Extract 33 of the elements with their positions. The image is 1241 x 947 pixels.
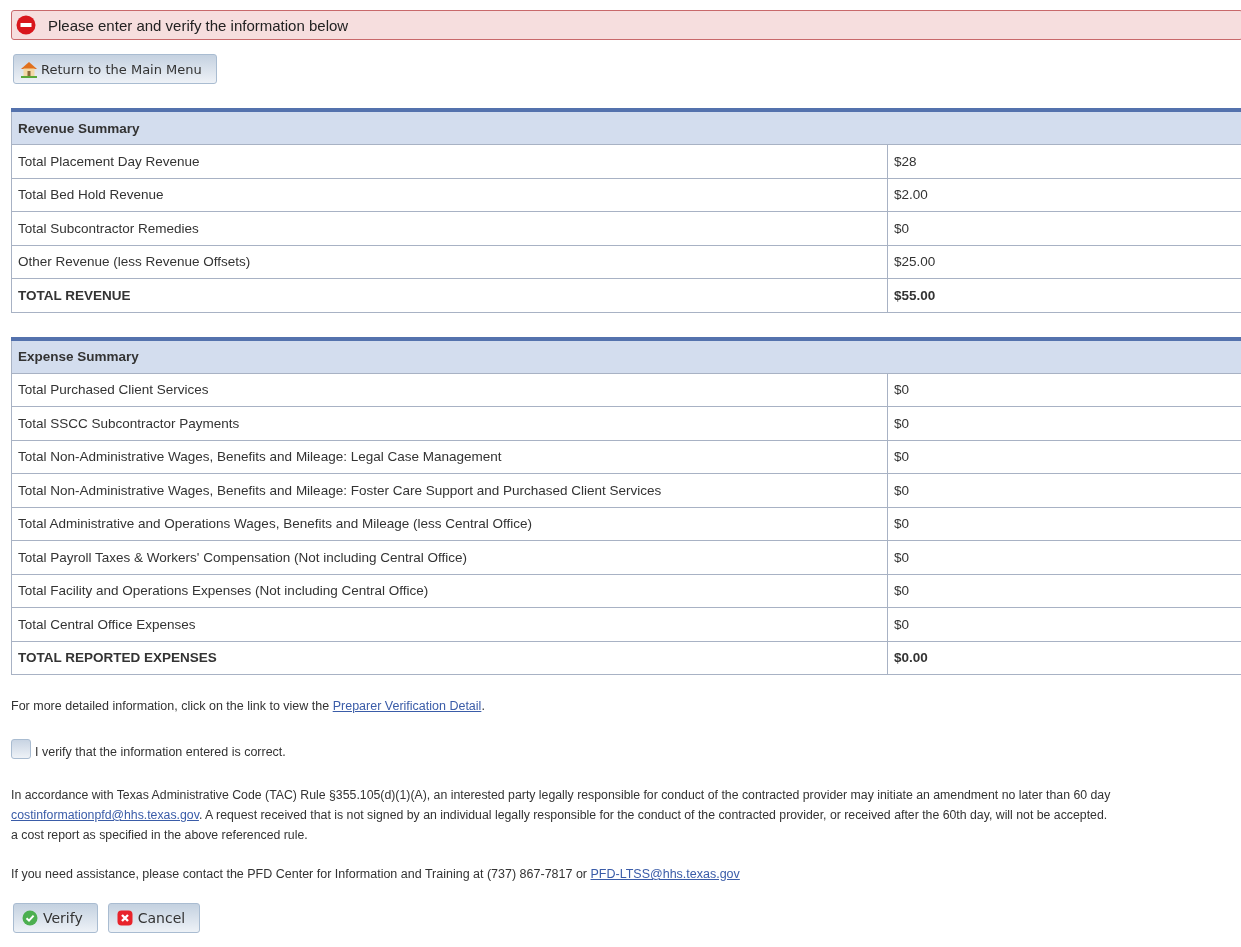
table-cell: Total Non-Administrative Wages, Benefits and Mileage: Foster Care Support and Purchased Client Services (11, 473, 888, 507)
close-icon (116, 910, 133, 926)
error-message: Please enter and verify the information below (48, 16, 349, 34)
verify-button[interactable]: Verify (13, 903, 98, 933)
table-cell: Total Purchased Client Services (11, 373, 888, 407)
table-header: Expense Summary (11, 338, 1241, 373)
error-icon (16, 15, 36, 35)
email-link[interactable]: PFD-LTSS@hhs.texas.gov (590, 867, 740, 881)
table-cell: Total Bed Hold Revenue (11, 178, 888, 212)
detail-note: For more detailed information, click on the link to view the Preparer Verification Detail. (11, 699, 486, 713)
email-link[interactable]: costinformationpfd@hhs.texas.gov (11, 808, 199, 822)
table-cell: TOTAL REPORTED EXPENSES (11, 641, 888, 675)
table-cell: Total Central Office Expenses (11, 607, 888, 641)
verify-label: I verify that the information entered is correct. (35, 745, 286, 759)
table-cell: Total Payroll Taxes & Workers' Compensation (Not including Central Office) (11, 540, 888, 574)
house-icon (20, 60, 38, 78)
assistance-text: If you need assistance, please contact the PFD Center for Information and Training at (737) 867-7817 or PFD-LTSS@hhs.texas.gov (11, 867, 741, 881)
table-header: Revenue Summary (11, 110, 1241, 145)
table-cell: Total Subcontractor Remedies (11, 211, 888, 245)
check-icon (22, 910, 38, 926)
main-menu-button[interactable]: Return to the Main Menu (13, 54, 217, 84)
table-cell: Other Revenue (less Revenue Offsets) (11, 245, 888, 279)
rule-text-line: a cost report as specified in the above referenced rule. (11, 827, 308, 844)
rule-text-line: costinformationpfd@hhs.texas.gov. A request received that is not signed by an individual legally responsible for the conduct of the contracted provider, or received after the 60th day, will not be accepted. (11, 807, 1108, 824)
table-cell: Total Non-Administrative Wages, Benefits and Mileage: Legal Case Management (11, 440, 888, 474)
table-cell: Total SSCC Subcontractor Payments (11, 406, 888, 440)
table-cell: Total Administrative and Operations Wages, Benefits and Mileage (less Central Office) (11, 507, 888, 541)
verify-checkbox[interactable] (11, 739, 31, 759)
cancel-button[interactable]: Cancel (107, 903, 201, 933)
rule-text-line: In accordance with Texas Administrative Code (TAC) Rule §355.105(d)(1)(A), an interested party legally responsible for conduct of the contracted provider may initiate an amendment no later than 60 day (11, 787, 1111, 804)
table-cell: Total Placement Day Revenue (11, 144, 888, 178)
table-cell: TOTAL REVENUE (11, 278, 888, 312)
table-cell: Total Facility and Operations Expenses (Not including Central Office) (11, 574, 888, 608)
